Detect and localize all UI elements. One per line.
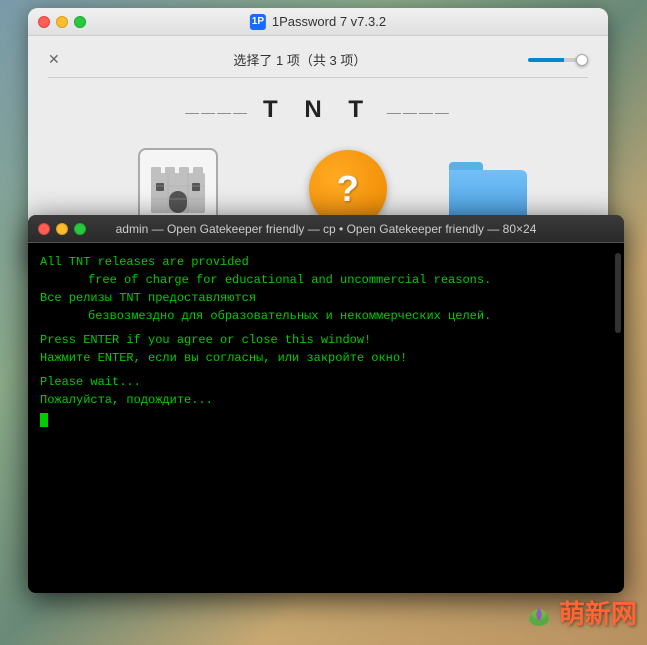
term-line-3: Все релизы TNT предоставляются — [40, 289, 612, 307]
terminal-titlebar: admin — Open Gatekeeper friendly — cp • … — [28, 215, 624, 243]
terminal-close-button[interactable] — [38, 223, 50, 235]
tnt-toolbar: ✕ 选择了 1 项（共 3 项） — [48, 46, 588, 78]
slider-track — [528, 58, 588, 62]
castle-svg — [143, 153, 213, 223]
terminal-scrollbar[interactable] — [615, 253, 621, 333]
toolbar-label: 选择了 1 项（共 3 项） — [72, 50, 528, 69]
terminal-window: admin — Open Gatekeeper friendly — cp • … — [28, 215, 624, 593]
onepassword-icon: 1P — [250, 14, 266, 30]
watermark-logo-icon — [525, 599, 553, 627]
close-button[interactable] — [38, 16, 50, 28]
watermark-label: 萌新网 — [559, 594, 637, 631]
term-line-8: Пожалуйста, подождите... — [40, 391, 612, 409]
term-line-2: free of charge for educational and uncom… — [40, 271, 612, 289]
terminal-minimize-button[interactable] — [56, 223, 68, 235]
minimize-button[interactable] — [56, 16, 68, 28]
maximize-button[interactable] — [74, 16, 86, 28]
terminal-traffic-lights — [38, 223, 86, 235]
question-mark-symbol: ? — [337, 171, 359, 207]
term-cursor — [40, 413, 48, 427]
term-line-5: Press ENTER if you agree or close this w… — [40, 331, 612, 349]
toolbar-slider[interactable] — [528, 58, 588, 62]
term-line-7: Please wait... — [40, 373, 612, 391]
terminal-maximize-button[interactable] — [74, 223, 86, 235]
tnt-header: ———— T N T ———— — [48, 88, 588, 138]
term-line-1: All TNT releases are provided — [40, 253, 612, 271]
window-titlebar: 1P 1Password 7 v7.3.2 — [28, 8, 608, 36]
toolbar-close-icon[interactable]: ✕ — [48, 51, 60, 68]
term-line-4: безвозмездно для образовательных и неком… — [40, 307, 612, 325]
tnt-dashes: ———— T N T ———— — [48, 96, 588, 124]
terminal-title: admin — Open Gatekeeper friendly — cp • … — [116, 222, 537, 236]
term-line-6: Нажмите ENTER, если вы согласны, или зак… — [40, 349, 612, 367]
terminal-body[interactable]: All TNT releases are provided free of ch… — [28, 243, 624, 593]
window-title: 1P 1Password 7 v7.3.2 — [250, 14, 386, 30]
watermark: 萌新网 — [525, 594, 637, 631]
slider-thumb — [576, 54, 588, 66]
traffic-lights — [38, 16, 86, 28]
